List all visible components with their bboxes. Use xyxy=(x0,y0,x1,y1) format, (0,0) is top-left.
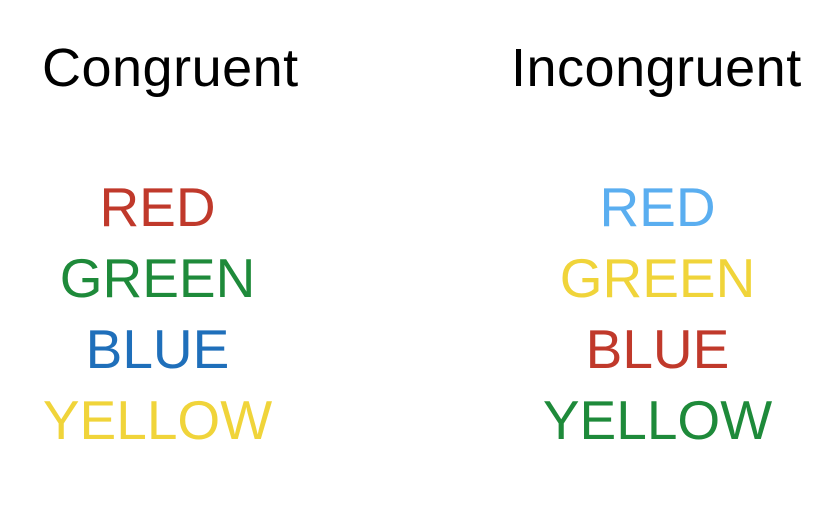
incongruent-column: Incongruent RED GREEN BLUE YELLOW xyxy=(500,0,815,506)
incongruent-word-red: RED xyxy=(599,176,716,238)
congruent-word-yellow: YELLOW xyxy=(42,389,273,451)
congruent-heading: Congruent xyxy=(42,38,299,98)
congruent-word-red: RED xyxy=(99,176,216,238)
congruent-column: Congruent RED GREEN BLUE YELLOW xyxy=(0,0,315,506)
incongruent-word-green: GREEN xyxy=(559,247,756,309)
incongruent-heading: Incongruent xyxy=(511,38,802,98)
incongruent-word-list: RED GREEN BLUE YELLOW xyxy=(500,172,815,456)
incongruent-word-blue: BLUE xyxy=(585,318,730,380)
congruent-word-list: RED GREEN BLUE YELLOW xyxy=(0,172,315,456)
congruent-word-blue: BLUE xyxy=(85,318,230,380)
incongruent-word-yellow: YELLOW xyxy=(542,389,773,451)
congruent-word-green: GREEN xyxy=(59,247,256,309)
